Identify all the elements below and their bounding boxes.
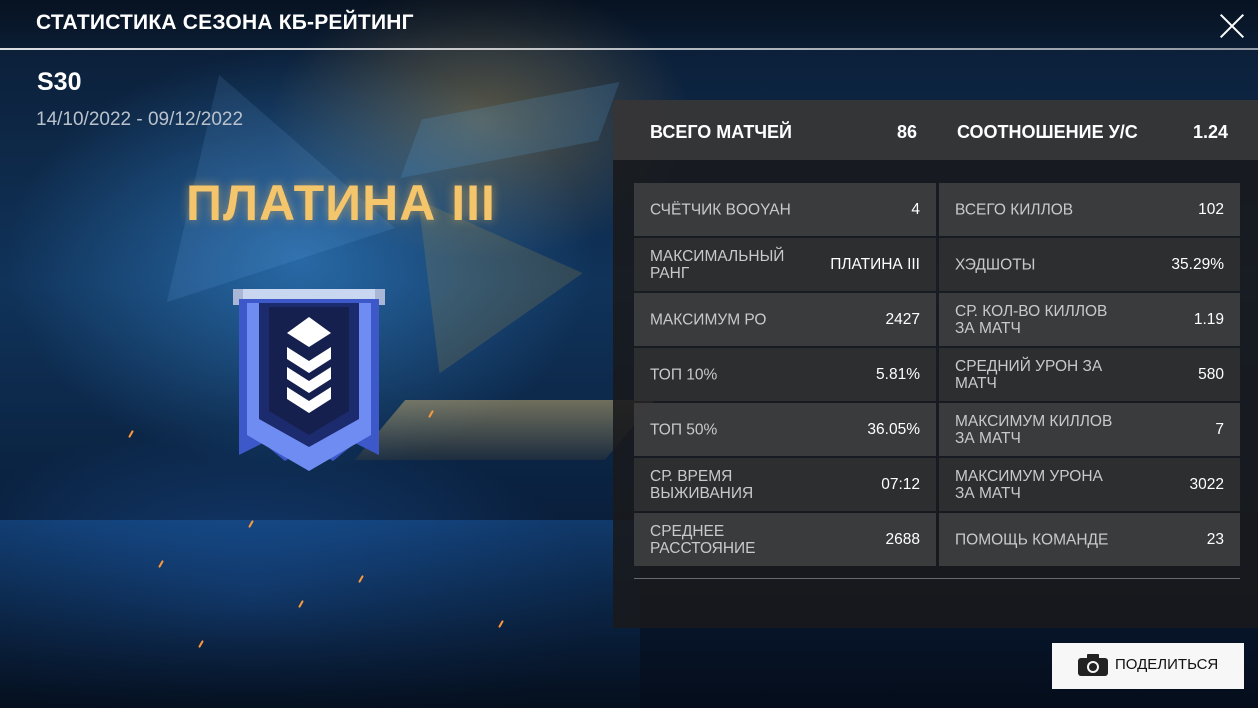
total-matches-label: ВСЕГО МАТЧЕЙ [650, 122, 792, 142]
stat-row: МАКСИМУМ УРОНА ЗА МАТЧ 3022 [939, 458, 1240, 511]
stat-label: ВСЕГО КИЛЛОВ [955, 201, 1074, 218]
stat-label: СР. ВРЕМЯ ВЫЖИВАНИЯ [650, 467, 754, 502]
stat-value: 2688 [885, 530, 920, 548]
camera-icon [1078, 654, 1108, 676]
stat-row: СЧЁТЧИК BOOYAH 4 [634, 183, 936, 236]
stat-value: 580 [1198, 365, 1224, 383]
stat-label: ХЭДШОТЫ [955, 256, 1036, 273]
stat-label: СЧЁТЧИК BOOYAH [650, 201, 791, 218]
close-icon[interactable] [1216, 10, 1248, 42]
season-dates: 14/10/2022 - 09/12/2022 [36, 109, 244, 130]
stat-label: ПОМОЩЬ КОМАНДЕ [955, 531, 1109, 548]
stat-value: 4 [911, 200, 920, 218]
total-matches-value: 86 [897, 122, 918, 142]
stat-row: ХЭДШОТЫ 35.29% [939, 238, 1240, 291]
header-divider [0, 48, 1258, 50]
stat-label: ТОП 10% [650, 366, 718, 383]
background-shard [400, 81, 620, 179]
stat-value: 36.05% [867, 420, 920, 438]
stat-row: ВСЕГО КИЛЛОВ 102 [939, 183, 1240, 236]
stat-value: 102 [1198, 200, 1224, 218]
stat-value: 07:12 [881, 475, 920, 493]
stat-row: СР. ВРЕМЯ ВЫЖИВАНИЯ 07:12 [634, 458, 936, 511]
stat-value: 7 [1215, 420, 1224, 438]
stat-row: МАКСИМАЛЬНЫЙ РАНГ ПЛАТИНА III [634, 238, 936, 291]
rank-title: ПЛАТИНА III [186, 175, 496, 231]
spark [128, 430, 134, 438]
stat-value: 2427 [885, 310, 920, 328]
stat-row: МАКСИМУМ РО 2427 [634, 293, 936, 346]
stat-row: МАКСИМУМ КИЛЛОВ ЗА МАТЧ 7 [939, 403, 1240, 456]
background-floor [0, 520, 640, 708]
stat-value: 35.29% [1171, 255, 1224, 273]
stat-row: ПОМОЩЬ КОМАНДЕ 23 [939, 513, 1240, 566]
share-button[interactable]: ПОДЕЛИТЬСЯ [1052, 643, 1244, 689]
panel-divider [634, 578, 1240, 579]
stat-value: 23 [1206, 530, 1224, 548]
stat-label: СРЕДНИЙ УРОН ЗА МАТЧ [955, 357, 1103, 392]
kd-ratio-label: СООТНОШЕНИЕ У/С [957, 122, 1138, 142]
stat-value: 1.19 [1193, 310, 1224, 328]
background-shard [104, 37, 396, 303]
stat-label: СР. КОЛ-ВО КИЛЛОВ ЗА МАТЧ [955, 302, 1108, 337]
share-button-label: ПОДЕЛИТЬСЯ [1115, 656, 1219, 673]
kd-ratio-value: 1.24 [1193, 122, 1229, 142]
stat-value: ПЛАТИНА III [830, 255, 920, 273]
stat-row: СР. КОЛ-ВО КИЛЛОВ ЗА МАТЧ 1.19 [939, 293, 1240, 346]
stat-row: ТОП 10% 5.81% [634, 348, 936, 401]
stat-value: 5.81% [876, 365, 920, 383]
rank-badge-icon [233, 289, 385, 471]
stat-value: 3022 [1189, 475, 1224, 493]
stat-row: СРЕДНЕЕ РАССТОЯНИЕ 2688 [634, 513, 936, 566]
stat-row: ТОП 50% 36.05% [634, 403, 936, 456]
stat-label: СРЕДНЕЕ РАССТОЯНИЕ [650, 522, 756, 557]
stat-label: МАКСИМУМ УРОНА ЗА МАТЧ [955, 467, 1103, 502]
background-stage [354, 400, 656, 460]
page-title: СТАТИСТИКА СЕЗОНА КБ-РЕЙТИНГ [36, 11, 414, 34]
season-name: S30 [37, 68, 82, 96]
stat-label: ТОП 50% [650, 421, 718, 438]
stat-label: МАКСИМУМ КИЛЛОВ ЗА МАТЧ [955, 412, 1113, 447]
stat-row: СРЕДНИЙ УРОН ЗА МАТЧ 580 [939, 348, 1240, 401]
stat-label: МАКСИМАЛЬНЫЙ РАНГ [650, 247, 785, 282]
stat-label: МАКСИМУМ РО [650, 311, 767, 328]
